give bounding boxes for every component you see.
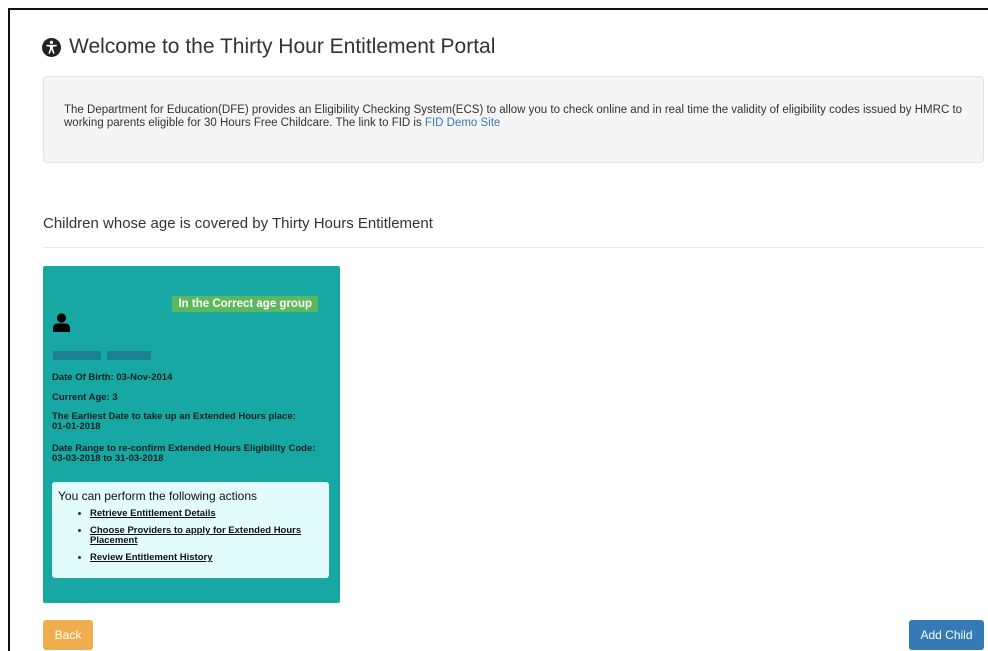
back-button[interactable]: Back bbox=[43, 620, 93, 650]
earliest-date: The Earliest Date to take up an Extended… bbox=[52, 412, 337, 432]
child-name-redacted bbox=[53, 350, 151, 361]
user-icon bbox=[53, 313, 70, 337]
page-title: Welcome to the Thirty Hour Entitlement P… bbox=[42, 35, 495, 59]
actions-heading: You can perform the following actions bbox=[58, 489, 258, 503]
list-item: Choose Providers to apply for Extended H… bbox=[90, 526, 323, 546]
list-item: Review Entitlement History bbox=[90, 553, 323, 563]
earliest-date-value: 01-01-2018 bbox=[52, 421, 101, 432]
retrieve-entitlement-link[interactable]: Retrieve Entitlement Details bbox=[90, 508, 216, 519]
add-child-button[interactable]: Add Child bbox=[909, 620, 984, 650]
reconfirm-range-value: 03-03-2018 to 31-03-2018 bbox=[52, 453, 164, 464]
list-item: Retrieve Entitlement Details bbox=[90, 509, 323, 519]
section-title: Children whose age is covered by Thirty … bbox=[43, 215, 433, 232]
intro-text: The Department for Education(DFE) provid… bbox=[64, 104, 963, 129]
divider bbox=[43, 247, 984, 248]
date-of-birth: Date Of Birth: 03-Nov-2014 bbox=[52, 372, 173, 383]
child-card: In the Correct age group Date Of Birth: … bbox=[43, 266, 340, 603]
status-badge: In the Correct age group bbox=[172, 296, 318, 312]
intro-panel: The Department for Education(DFE) provid… bbox=[43, 76, 984, 163]
page-title-text: Welcome to the Thirty Hour Entitlement P… bbox=[69, 35, 496, 58]
actions-panel: You can perform the following actions Re… bbox=[52, 482, 329, 578]
fid-demo-link[interactable]: FID Demo Site bbox=[425, 117, 500, 129]
actions-list: Retrieve Entitlement Details Choose Prov… bbox=[58, 509, 323, 563]
accessibility-icon bbox=[42, 37, 61, 57]
reconfirm-range: Date Range to re-confirm Extended Hours … bbox=[52, 444, 337, 464]
review-history-link[interactable]: Review Entitlement History bbox=[90, 552, 212, 563]
choose-providers-link[interactable]: Choose Providers to apply for Extended H… bbox=[90, 525, 301, 546]
current-age: Current Age: 3 bbox=[52, 392, 118, 403]
